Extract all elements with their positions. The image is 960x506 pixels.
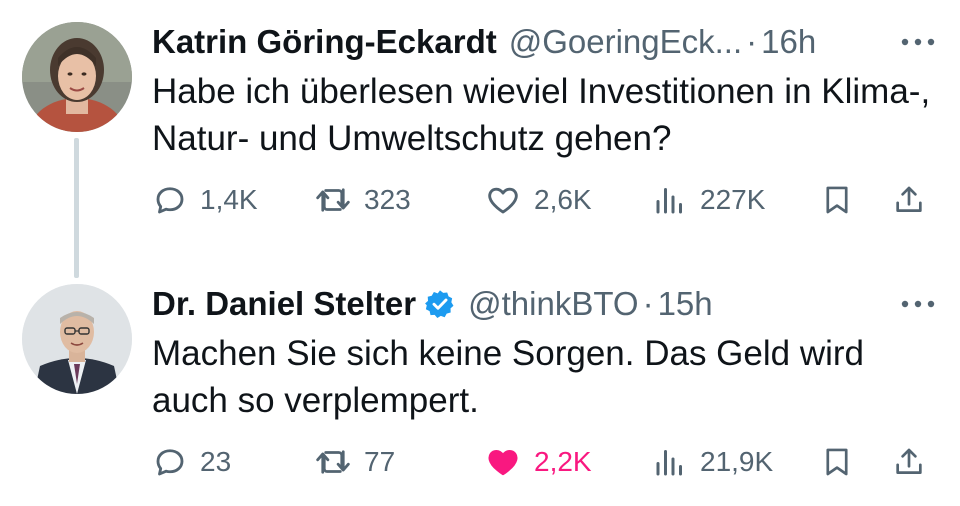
action-bar: 23 77 2,2K 21,9K bbox=[152, 440, 942, 484]
tweet-2[interactable]: Dr. Daniel Stelter @thinkBTO · 15h Mache… bbox=[0, 262, 960, 506]
like-button[interactable]: 2,2K bbox=[484, 440, 592, 484]
share-icon bbox=[896, 186, 922, 212]
more-icon[interactable] bbox=[900, 282, 936, 326]
tweet-header: Dr. Daniel Stelter @thinkBTO · 15h bbox=[152, 282, 936, 326]
avatar[interactable] bbox=[22, 284, 132, 394]
tweet-text: Machen Sie sich keine Sorgen. Das Geld w… bbox=[152, 334, 865, 420]
reply-icon bbox=[156, 187, 184, 214]
views-button[interactable]: 21,9K bbox=[652, 440, 773, 484]
separator: · bbox=[642, 285, 654, 322]
bookmark-icon bbox=[826, 448, 848, 476]
bookmark-button[interactable] bbox=[820, 178, 854, 222]
heart-icon bbox=[488, 187, 518, 214]
like-count: 2,6K bbox=[534, 184, 592, 215]
reply-count: 1,4K bbox=[200, 184, 258, 215]
action-bar: 1,4K 323 2,6K 227K bbox=[152, 178, 942, 222]
reply-icon bbox=[156, 449, 184, 476]
views-count: 227K bbox=[700, 184, 766, 215]
retweet-icon bbox=[316, 188, 350, 212]
share-button[interactable] bbox=[892, 440, 926, 484]
views-icon bbox=[656, 450, 682, 476]
reply-count: 23 bbox=[200, 446, 232, 477]
retweet-button[interactable]: 77 bbox=[314, 440, 395, 484]
share-button[interactable] bbox=[892, 178, 926, 222]
tweet-1[interactable]: Katrin Göring-Eckardt @GoeringEck... · 1… bbox=[0, 0, 960, 278]
reply-button[interactable]: 1,4K bbox=[152, 178, 258, 222]
author-handle[interactable]: @GoeringEck... bbox=[509, 23, 742, 61]
author-name[interactable]: Katrin Göring-Eckardt bbox=[152, 23, 497, 61]
retweet-count: 323 bbox=[364, 184, 411, 215]
avatar[interactable] bbox=[22, 22, 132, 132]
bookmark-button[interactable] bbox=[820, 440, 854, 484]
views-button[interactable]: 227K bbox=[652, 178, 765, 222]
share-icon bbox=[896, 448, 922, 474]
more-icon[interactable] bbox=[900, 20, 936, 64]
retweet-count: 77 bbox=[364, 446, 396, 477]
timestamp[interactable]: 16h bbox=[761, 23, 816, 61]
views-count: 21,9K bbox=[700, 446, 774, 477]
thread-line bbox=[74, 138, 79, 278]
timestamp[interactable]: 15h bbox=[658, 285, 713, 323]
views-icon bbox=[656, 188, 682, 214]
author-handle[interactable]: @thinkBTO bbox=[468, 285, 638, 323]
retweet-button[interactable]: 323 bbox=[314, 178, 411, 222]
reply-button[interactable]: 23 bbox=[152, 440, 231, 484]
bookmark-icon bbox=[826, 186, 848, 214]
tweet-header: Katrin Göring-Eckardt @GoeringEck... · 1… bbox=[152, 20, 936, 64]
separator: · bbox=[746, 23, 758, 60]
verified-badge-icon bbox=[424, 288, 456, 320]
tweet-text: Habe ich überlesen wieviel Investitionen… bbox=[152, 72, 931, 158]
like-button[interactable]: 2,6K bbox=[484, 178, 592, 222]
like-count: 2,2K bbox=[534, 446, 592, 477]
retweet-icon bbox=[316, 450, 350, 474]
heart-icon bbox=[488, 450, 518, 476]
author-name[interactable]: Dr. Daniel Stelter bbox=[152, 285, 416, 323]
